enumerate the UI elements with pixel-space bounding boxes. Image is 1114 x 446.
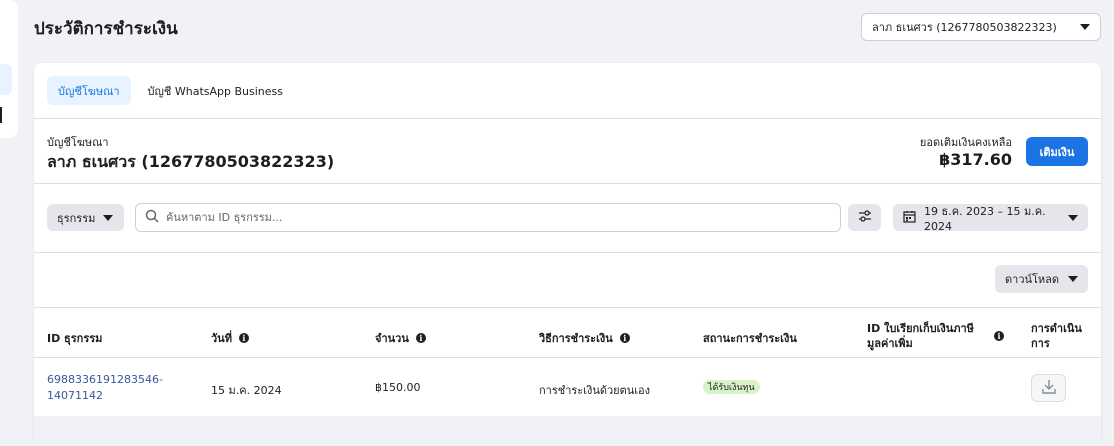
account-name: ลาภ ธเนศวร (1267780503822323) <box>47 152 335 171</box>
calendar-icon <box>903 210 916 226</box>
nav-item[interactable] <box>0 107 2 123</box>
column-header-line: การดำเนิน <box>1031 322 1082 335</box>
tab-ad-account[interactable]: บัญชีโฆษณา <box>47 76 131 105</box>
column-header-label: ID ธุรกรรม <box>47 332 103 345</box>
transaction-type-dropdown[interactable]: ธุรกรรม <box>47 204 124 231</box>
chevron-down-icon <box>1068 276 1078 282</box>
column-header-date: วันที่ i <box>211 329 249 347</box>
left-nav-rail <box>0 0 18 138</box>
column-header-line: ID ใบเรียกเก็บเงินภาษี <box>867 322 974 335</box>
info-icon[interactable]: i <box>238 333 249 343</box>
search-icon <box>145 208 159 227</box>
info-icon[interactable]: i <box>994 331 1004 341</box>
divider <box>34 183 1101 184</box>
column-header-payment-method: วิธีการชำระเงิน i <box>539 329 630 347</box>
billing-card: บัญชีโฆษณา บัญชี WhatsApp Business บัญชี… <box>34 63 1101 446</box>
search-field[interactable] <box>135 203 841 232</box>
column-header-label: จำนวน <box>375 332 409 345</box>
date-range-label: 19 ธ.ค. 2023 – 15 ม.ค. 2024 <box>924 205 1046 233</box>
column-header-transaction-id: ID ธุรกรรม <box>47 329 102 347</box>
column-header-vat-invoice: ID ใบเรียกเก็บเงินภาษี มูลค่าเพิ่ม i <box>867 321 1004 351</box>
column-header-label: วันที่ <box>211 332 232 345</box>
account-selector-label: ลาภ ธเนศวร (1267780503822323) <box>872 21 1057 34</box>
chevron-down-icon <box>1080 24 1090 30</box>
column-header-line: มูลค่าเพิ่ม <box>867 337 913 350</box>
column-header-payment-status: สถานะการชำระเงิน <box>703 329 797 347</box>
tab-whatsapp-business[interactable]: บัญชี WhatsApp Business <box>137 76 294 105</box>
column-header-label: สถานะการชำระเงิน <box>703 332 797 345</box>
download-label: ดาวน์โหลด <box>1005 273 1060 286</box>
page-title: ประวัติการชำระเงิน <box>34 19 178 39</box>
sliders-icon <box>858 210 872 225</box>
chevron-down-icon <box>103 214 114 221</box>
divider <box>34 357 1101 358</box>
row-date: 15 ม.ค. 2024 <box>211 384 282 397</box>
date-range-picker[interactable]: 19 ธ.ค. 2023 – 15 ม.ค. 2024 <box>893 204 1088 233</box>
row-payment-method: การชำระเงินด้วยตนเอง <box>539 384 651 397</box>
divider <box>34 307 1101 308</box>
nav-item-active[interactable] <box>0 64 12 95</box>
transaction-id-link[interactable]: 6988336191283546- 14071142 <box>47 372 163 404</box>
row-download-button[interactable] <box>1031 374 1066 402</box>
transaction-id-line: 14071142 <box>47 389 103 402</box>
chevron-down-icon <box>1068 214 1078 221</box>
account-tabs: บัญชีโฆษณา บัญชี WhatsApp Business <box>47 76 294 105</box>
column-header-label: การดำเนิน การ <box>1031 321 1082 351</box>
account-type-label: บัญชีโฆษณา <box>47 136 109 149</box>
balance-label: ยอดเติมเงินคงเหลือ <box>919 136 1012 149</box>
status-badge: ได้รับเงินทุน <box>703 380 760 394</box>
search-input[interactable] <box>166 211 831 224</box>
column-header-label: วิธีการชำระเงิน <box>539 332 613 345</box>
download-icon <box>1041 379 1056 398</box>
divider <box>34 118 1101 119</box>
transaction-id-line: 6988336191283546- <box>47 373 163 386</box>
column-header-line: การ <box>1031 337 1050 350</box>
balance-value: ฿317.60 <box>939 150 1012 169</box>
download-button[interactable]: ดาวน์โหลด <box>995 265 1088 293</box>
column-header-label: ID ใบเรียกเก็บเงินภาษี มูลค่าเพิ่ม <box>867 321 987 351</box>
column-header-actions: การดำเนิน การ <box>1031 321 1082 351</box>
filter-settings-button[interactable] <box>848 204 881 231</box>
row-amount: ฿150.00 <box>375 381 421 394</box>
divider <box>34 252 1101 253</box>
info-icon[interactable]: i <box>415 333 426 343</box>
info-icon[interactable]: i <box>619 333 630 343</box>
transaction-type-label: ธุรกรรม <box>57 211 96 225</box>
column-header-amount: จำนวน i <box>375 329 426 347</box>
add-funds-button[interactable]: เติมเงิน <box>1026 137 1088 166</box>
table-footer <box>34 416 1101 446</box>
account-selector[interactable]: ลาภ ธเนศวร (1267780503822323) <box>861 13 1101 41</box>
